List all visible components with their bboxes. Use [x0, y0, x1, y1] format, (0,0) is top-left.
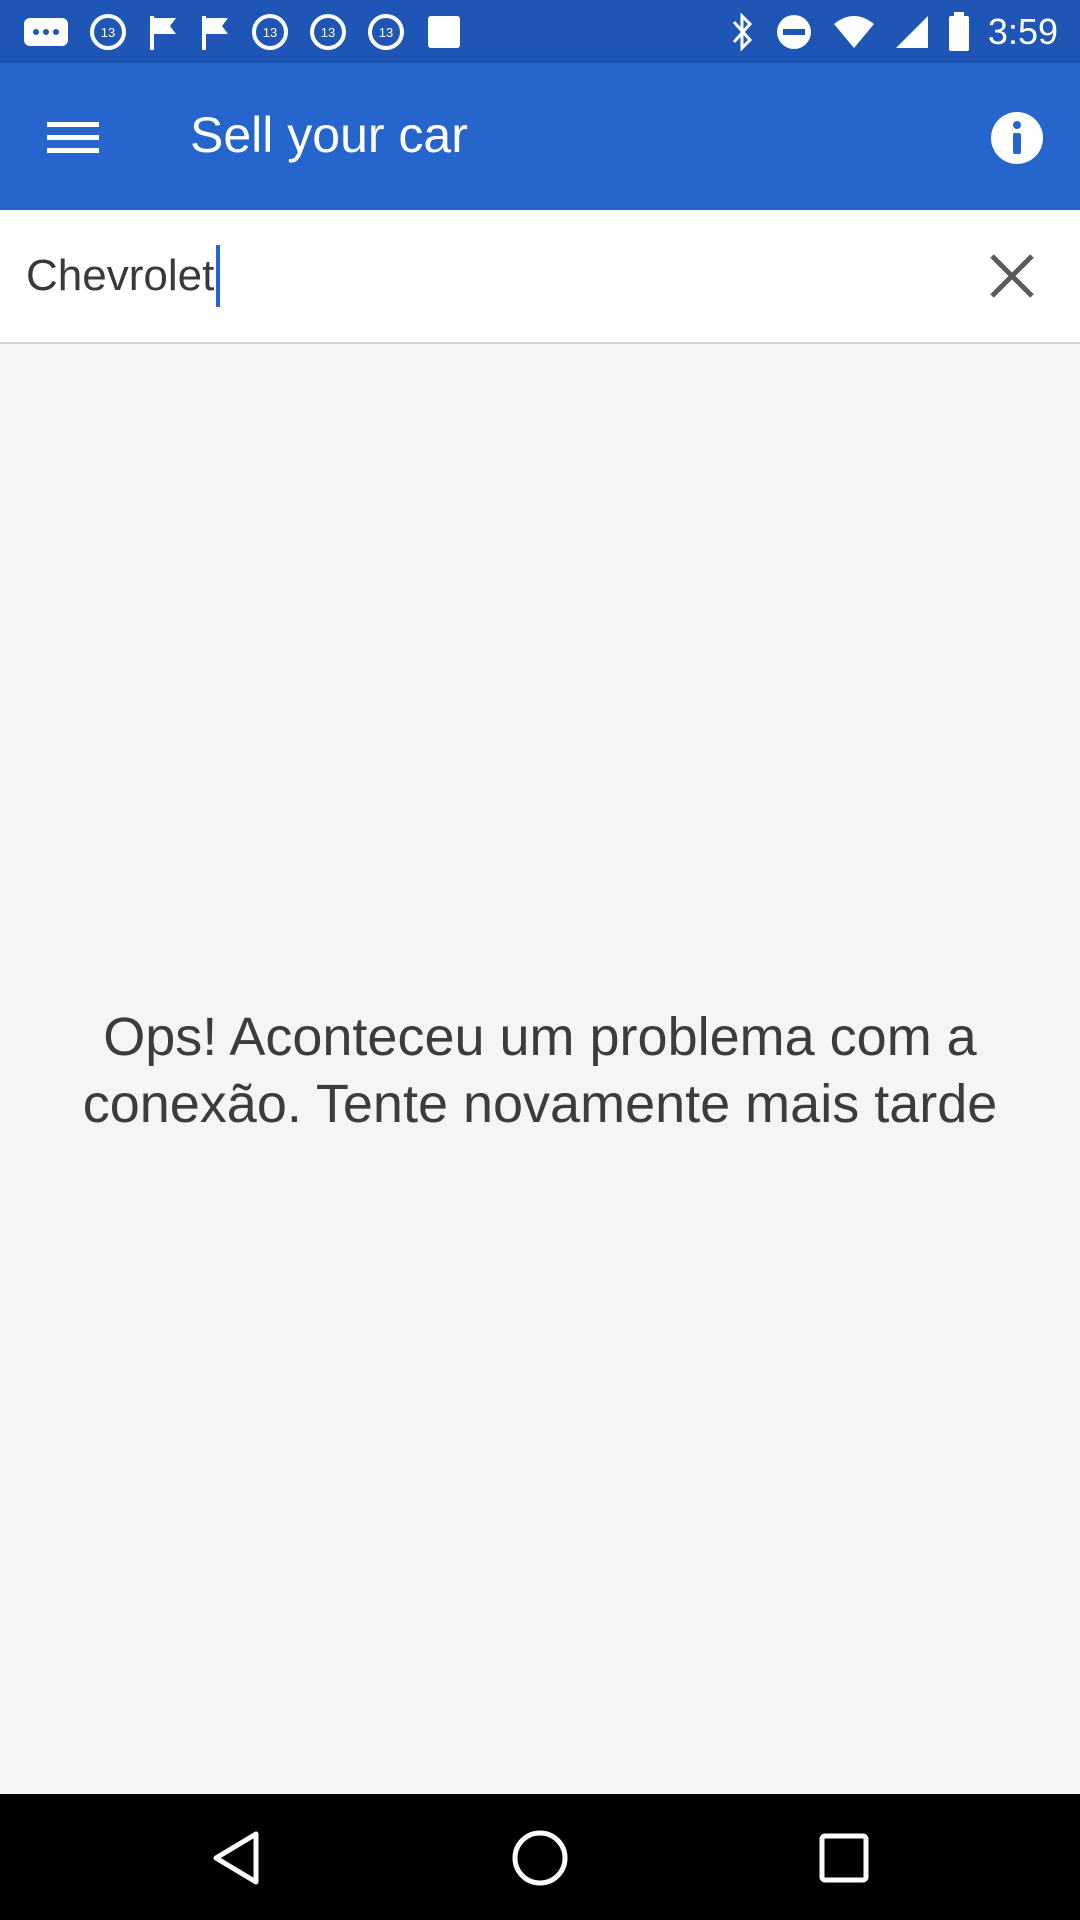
back-button[interactable]: [200, 1822, 272, 1894]
search-bar: Chevrolet: [0, 210, 1080, 344]
recents-button[interactable]: [808, 1822, 880, 1894]
bluetooth-icon: [732, 12, 752, 52]
signal-icon: [895, 16, 928, 48]
do-not-disturb-icon: [776, 15, 811, 49]
recents-icon: [819, 1833, 869, 1883]
svg-text:13: 13: [101, 25, 115, 40]
navigation-bar: [0, 1794, 1080, 1920]
status-time: 3:59: [987, 11, 1058, 52]
abc13-notification-icon: 13: [252, 14, 288, 50]
status-bar: 13 13 13 13 3:59: [0, 0, 1080, 63]
clear-search-button[interactable]: [980, 244, 1044, 308]
stop-notification-icon: [428, 16, 460, 48]
wifi-icon: [833, 16, 874, 48]
info-icon: [991, 112, 1043, 164]
system-icons: 3:59: [728, 10, 1058, 54]
abc13-notification-icon: 13: [368, 14, 404, 50]
page-title: Sell your car: [190, 107, 468, 163]
connection-error-message: Ops! Aconteceu um problema com a conexão…: [82, 1007, 998, 1134]
svg-text:13: 13: [321, 25, 335, 40]
home-button[interactable]: [504, 1822, 576, 1894]
svg-text:13: 13: [263, 25, 277, 40]
notification-icons: 13 13 13 13: [22, 10, 464, 54]
info-button[interactable]: [984, 105, 1050, 171]
text-cursor: [216, 245, 221, 307]
flag-notification-icon: [202, 16, 228, 50]
search-input-value: Chevrolet: [26, 251, 215, 300]
flag-notification-icon: [150, 16, 176, 50]
svg-text:13: 13: [379, 25, 393, 40]
app-bar: Sell your car: [0, 63, 1080, 210]
menu-button[interactable]: [33, 103, 113, 173]
search-input[interactable]: Chevrolet: [26, 240, 926, 312]
back-icon: [213, 1831, 259, 1885]
abc13-notification-icon: 13: [90, 14, 126, 50]
more-notifications-icon: [24, 18, 68, 46]
abc13-notification-icon: 13: [310, 14, 346, 50]
home-icon: [512, 1830, 568, 1886]
close-icon: [990, 254, 1034, 298]
battery-icon: [948, 12, 969, 51]
menu-icon: [47, 122, 99, 153]
